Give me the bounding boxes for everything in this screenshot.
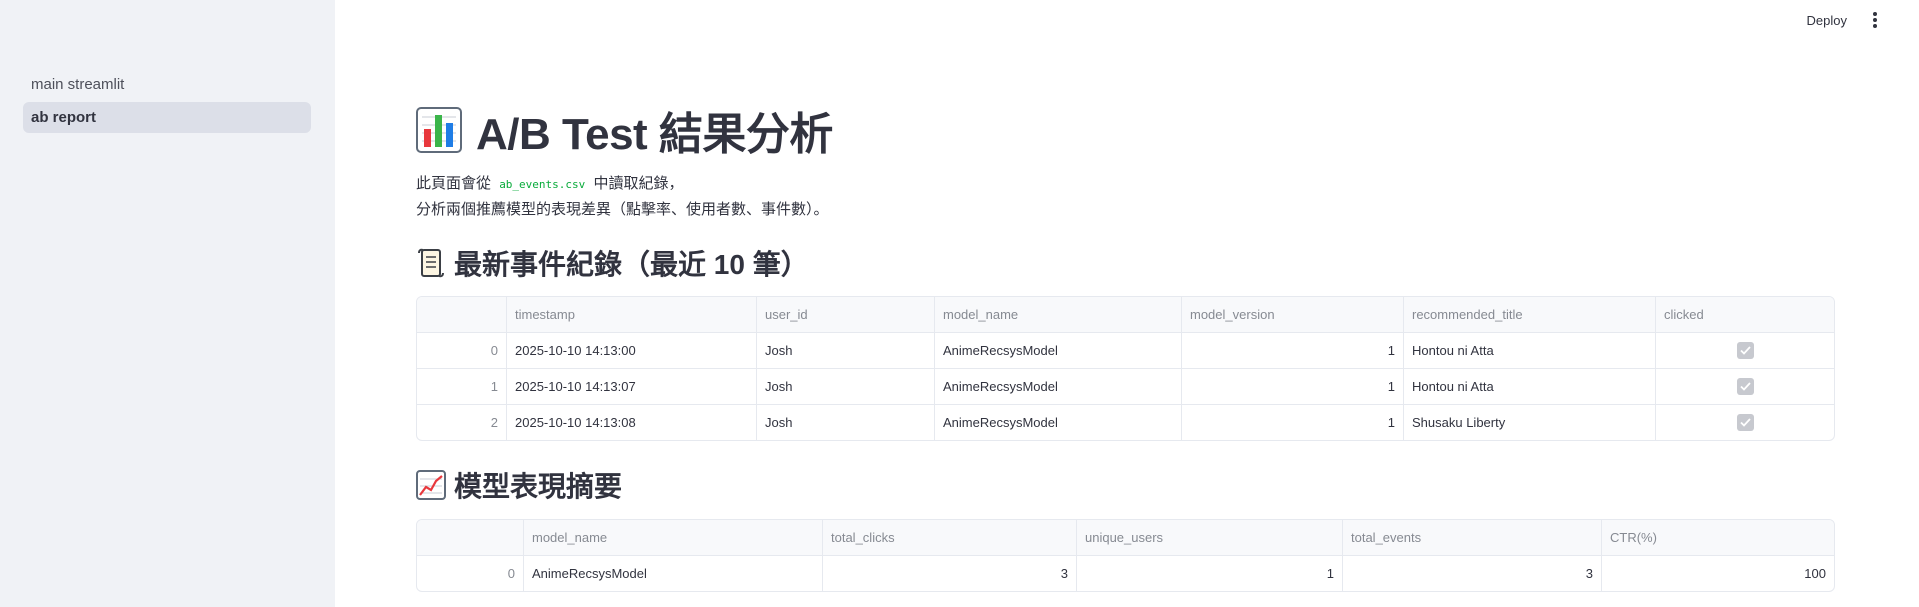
cell-user-id[interactable]: Josh (757, 333, 935, 368)
scroll-icon (418, 248, 444, 278)
table-row: 1 2025-10-10 14:13:07 Josh AnimeRecsysMo… (417, 369, 1834, 405)
desc-line2: 分析兩個推薦模型的表現差異（點擊率、使用者數、事件數）。 (416, 201, 829, 218)
cell-total-events[interactable]: 3 (1343, 556, 1602, 591)
cell-model-name[interactable]: AnimeRecsysModel (935, 405, 1182, 440)
page-description: 此頁面會從 ab_events.csv 中讀取紀錄， 分析兩個推薦模型的表現差異… (416, 171, 829, 222)
row-index: 2 (417, 405, 507, 440)
table-row: 2 2025-10-10 14:13:08 Josh AnimeRecsysMo… (417, 405, 1834, 440)
column-header-model-name[interactable]: model_name (935, 297, 1182, 332)
summary-section-heading: 模型表現摘要 (416, 465, 622, 505)
checkbox-checked-icon (1736, 378, 1754, 395)
cell-unique-users[interactable]: 1 (1077, 556, 1343, 591)
cell-model-version[interactable]: 1 (1182, 333, 1404, 368)
table-row: 0 2025-10-10 14:13:00 Josh AnimeRecsysMo… (417, 333, 1834, 369)
cell-model-name[interactable]: AnimeRecsysModel (524, 556, 823, 591)
checkbox-checked-icon (1736, 414, 1754, 431)
cell-clicked[interactable] (1656, 405, 1834, 440)
cell-user-id[interactable]: Josh (757, 369, 935, 404)
events-section-title: 最新事件紀錄（最近 10 筆） (454, 249, 809, 280)
cell-model-version[interactable]: 1 (1182, 369, 1404, 404)
column-header-timestamp[interactable]: timestamp (507, 297, 757, 332)
cell-model-name[interactable]: AnimeRecsysModel (935, 369, 1182, 404)
sidebar: main streamlit ab report (0, 0, 335, 607)
page-title: A/B Test 結果分析 (416, 98, 833, 162)
page-title-text: A/B Test 結果分析 (476, 110, 833, 159)
sidebar-nav: main streamlit ab report (23, 69, 311, 135)
chart-increasing-icon (416, 470, 446, 500)
cell-timestamp[interactable]: 2025-10-10 14:13:08 (507, 405, 757, 440)
desc-line1-prefix: 此頁面會從 (416, 175, 492, 192)
events-section-heading: 最新事件紀錄（最近 10 筆） (416, 243, 809, 283)
column-header-model-name[interactable]: model_name (524, 520, 823, 555)
cell-ctr[interactable]: 100 (1602, 556, 1834, 591)
summary-table[interactable]: model_name total_clicks unique_users tot… (416, 519, 1835, 592)
cell-timestamp[interactable]: 2025-10-10 14:13:07 (507, 369, 757, 404)
filename-code: ab_events.csv (499, 178, 586, 191)
checkbox-checked-icon (1736, 342, 1754, 359)
cell-model-version[interactable]: 1 (1182, 405, 1404, 440)
cell-recommended-title[interactable]: Hontou ni Atta (1404, 369, 1656, 404)
cell-user-id[interactable]: Josh (757, 405, 935, 440)
row-index: 0 (417, 556, 524, 591)
app-root: main streamlit ab report Deploy A/B Test… (0, 0, 1919, 607)
cell-model-name[interactable]: AnimeRecsysModel (935, 333, 1182, 368)
kebab-menu-icon[interactable] (1867, 12, 1883, 30)
cell-clicked[interactable] (1656, 333, 1834, 368)
sidebar-item-main-streamlit[interactable]: main streamlit (23, 69, 311, 100)
events-table[interactable]: timestamp user_id model_name model_versi… (416, 296, 1835, 441)
cell-timestamp[interactable]: 2025-10-10 14:13:00 (507, 333, 757, 368)
summary-section-title: 模型表現摘要 (454, 471, 623, 502)
cell-recommended-title[interactable]: Shusaku Liberty (1404, 405, 1656, 440)
cell-clicked[interactable] (1656, 369, 1834, 404)
table-header-row: model_name total_clicks unique_users tot… (417, 520, 1834, 556)
column-header-index (417, 297, 507, 332)
column-header-ctr[interactable]: CTR(%) (1602, 520, 1834, 555)
column-header-unique-users[interactable]: unique_users (1077, 520, 1343, 555)
column-header-total-events[interactable]: total_events (1343, 520, 1602, 555)
bar-chart-icon (416, 107, 462, 153)
cell-recommended-title[interactable]: Hontou ni Atta (1404, 333, 1656, 368)
top-header: Deploy (335, 0, 1919, 42)
column-header-index (417, 520, 524, 555)
column-header-total-clicks[interactable]: total_clicks (823, 520, 1077, 555)
column-header-clicked[interactable]: clicked (1656, 297, 1834, 332)
table-row: 0 AnimeRecsysModel 3 1 3 100 (417, 556, 1834, 591)
deploy-button[interactable]: Deploy (1807, 13, 1847, 28)
cell-total-clicks[interactable]: 3 (823, 556, 1077, 591)
column-header-user-id[interactable]: user_id (757, 297, 935, 332)
desc-line1-suffix: 中讀取紀錄， (593, 175, 684, 192)
column-header-model-version[interactable]: model_version (1182, 297, 1404, 332)
row-index: 0 (417, 333, 507, 368)
table-header-row: timestamp user_id model_name model_versi… (417, 297, 1834, 333)
sidebar-item-ab-report[interactable]: ab report (23, 102, 311, 133)
row-index: 1 (417, 369, 507, 404)
column-header-recommended-title[interactable]: recommended_title (1404, 297, 1656, 332)
